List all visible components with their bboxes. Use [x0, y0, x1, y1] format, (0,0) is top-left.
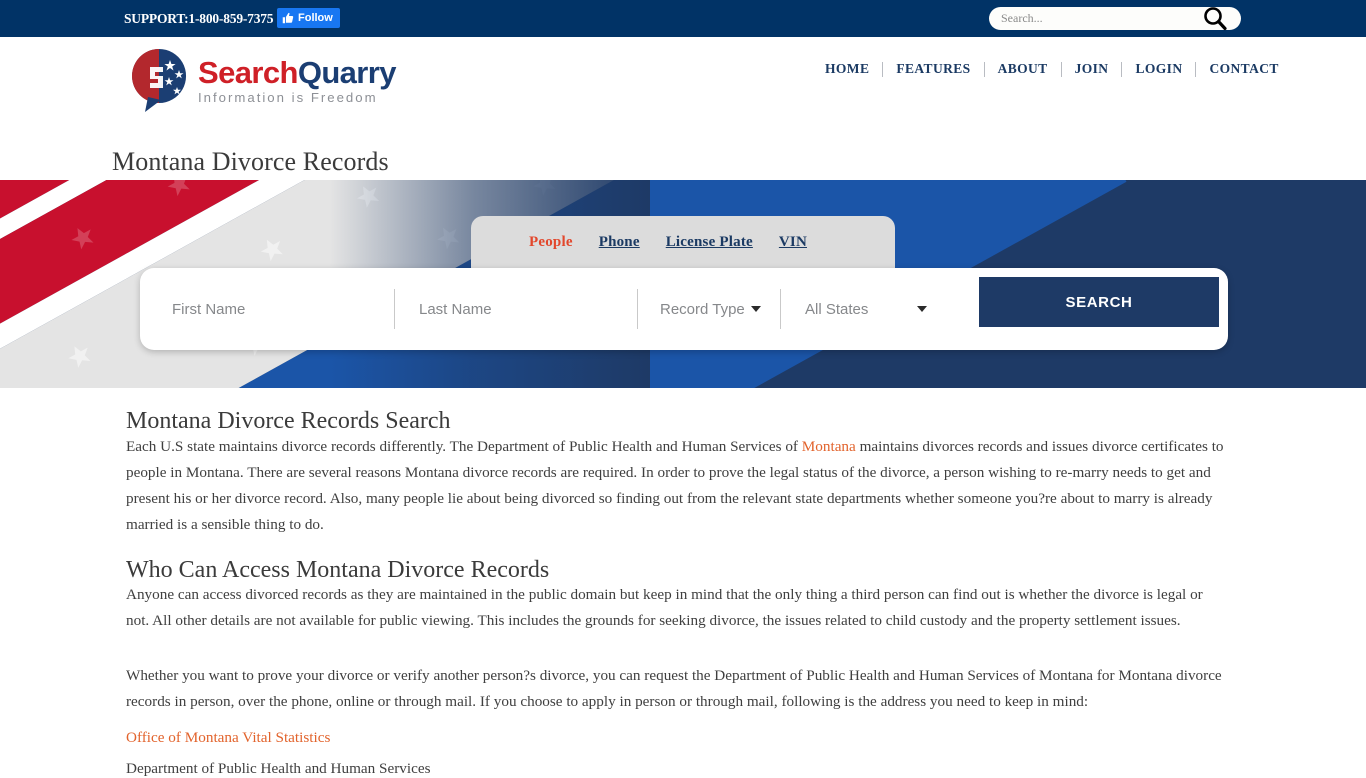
search-submit-button[interactable]: SEARCH [979, 277, 1219, 327]
site-search-input[interactable] [1001, 8, 1181, 29]
access-paragraph: Anyone can access divorced records as th… [126, 586, 1203, 629]
montana-link[interactable]: Montana [802, 438, 856, 455]
request-paragraph: Whether you want to prove your divorce o… [126, 667, 1222, 710]
tab-license-plate[interactable]: License Plate [666, 234, 753, 251]
main-navigation: HOME FEATURES ABOUT JOIN LOGIN CONTACT [812, 61, 1292, 77]
logo-word-quarry: Quarry [297, 55, 397, 90]
logo-wordmark: SearchQuarry Information is Freedom [198, 55, 396, 105]
site-logo[interactable]: SearchQuarry Information is Freedom [128, 46, 428, 114]
facebook-follow-button[interactable]: Follow [277, 8, 340, 28]
top-utility-bar: SUPPORT:1-800-859-7375 Follow [0, 0, 1366, 37]
nav-item-contact[interactable]: CONTACT [1196, 61, 1291, 77]
section-heading-search: Montana Divorce Records Search [126, 408, 451, 434]
record-type-select[interactable]: Record Type [637, 277, 780, 341]
first-name-input[interactable] [172, 300, 394, 318]
nav-item-home[interactable]: HOME [812, 61, 882, 77]
nav-item-join[interactable]: JOIN [1062, 61, 1122, 77]
logo-tagline: Information is Freedom [198, 90, 378, 105]
nav-item-about[interactable]: ABOUT [985, 61, 1061, 77]
chevron-down-icon [750, 306, 761, 312]
search-icon [1202, 5, 1228, 34]
vital-statistics-office-link[interactable]: Office of Montana Vital Statistics [126, 729, 330, 747]
page-title: Montana Divorce Records [112, 147, 389, 177]
support-phone: SUPPORT:1-800-859-7375 [124, 11, 274, 26]
searchquarry-emblem-icon [128, 47, 190, 113]
thumbs-up-icon [282, 12, 294, 24]
address-department-line: Department of Public Health and Human Se… [126, 760, 431, 777]
chevron-down-icon [917, 306, 927, 312]
last-name-field [394, 277, 637, 341]
intro-paragraph: Each U.S state maintains divorce records… [126, 434, 1232, 538]
state-label: All States [805, 300, 869, 318]
site-header: SearchQuarry Information is Freedom HOME… [0, 37, 1366, 180]
nav-item-login[interactable]: LOGIN [1122, 61, 1195, 77]
nav-item-features[interactable]: FEATURES [883, 61, 983, 77]
site-search-submit-button[interactable] [1199, 4, 1231, 34]
tab-phone[interactable]: Phone [599, 234, 640, 251]
facebook-follow-label: Follow [298, 11, 333, 24]
people-search-form: Record Type All States SEARCH [140, 268, 1228, 350]
search-type-tabs: People Phone License Plate VIN [471, 216, 895, 268]
intro-text-part-1: Each U.S state maintains divorce records… [126, 438, 802, 455]
first-name-field [149, 277, 394, 341]
logo-word-search: Search [198, 55, 298, 90]
state-select[interactable]: All States [780, 277, 943, 341]
section-heading-access: Who Can Access Montana Divorce Records [126, 557, 550, 583]
record-type-label: Record Type [660, 300, 745, 318]
last-name-input[interactable] [419, 300, 637, 318]
tab-vin[interactable]: VIN [779, 234, 807, 251]
tab-people[interactable]: People [529, 234, 573, 251]
